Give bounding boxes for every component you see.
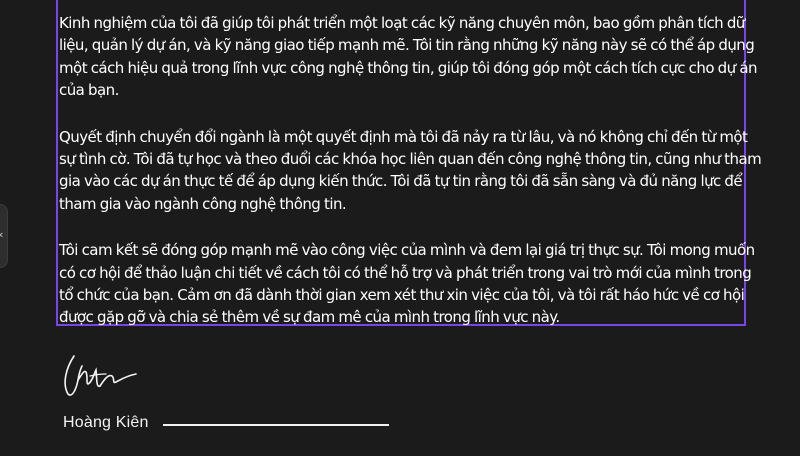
letter-paragraph-3: Tôi cam kết sẽ đóng góp mạnh mẽ vào công…	[59, 239, 755, 329]
text-line: sự tình cờ. Tôi đã tự học và theo đuổi c…	[59, 150, 762, 169]
text-line: Quyết định chuyển đổi ngành là một quyết…	[59, 127, 748, 146]
chevron-left-icon: ‹	[0, 229, 3, 240]
text-line: một cách hiệu quả trong lĩnh vực công ng…	[59, 58, 757, 77]
text-line: tổ chức của bạn. Cảm ơn đã dành thời gia…	[59, 286, 745, 305]
text-line: Kinh nghiệm của tôi đã giúp tôi phát tri…	[59, 14, 745, 32]
text-line: được gặp gỡ và chia sẻ thêm về sự đam mê…	[59, 308, 560, 327]
selected-text-box[interactable]: Kinh nghiệm của tôi đã giúp tôi phát tri…	[56, 0, 762, 329]
signature-line	[163, 424, 389, 426]
text-line: của bạn.	[59, 81, 119, 100]
text-line: gia vào các dự án thực tế để áp dụng kiế…	[59, 172, 743, 191]
letter-paragraph-2: Quyết định chuyển đổi ngành là một quyết…	[59, 126, 762, 216]
signer-name: Hoàng Kiên	[63, 414, 149, 431]
side-panel-handle[interactable]: ‹	[0, 204, 8, 268]
text-line: Tôi cam kết sẽ đóng góp mạnh mẽ vào công…	[59, 241, 755, 260]
handwritten-signature	[64, 355, 137, 396]
letter-paragraph-1: Kinh nghiệm của tôi đã giúp tôi phát tri…	[59, 12, 757, 102]
text-line: có cơ hội để thảo luận chi tiết về cách …	[59, 263, 752, 282]
text-line: liệu, quản lý dự án, và kỹ năng giao tiế…	[59, 36, 755, 55]
text-line: tham gia vào ngành công nghệ thông tin.	[59, 194, 347, 213]
